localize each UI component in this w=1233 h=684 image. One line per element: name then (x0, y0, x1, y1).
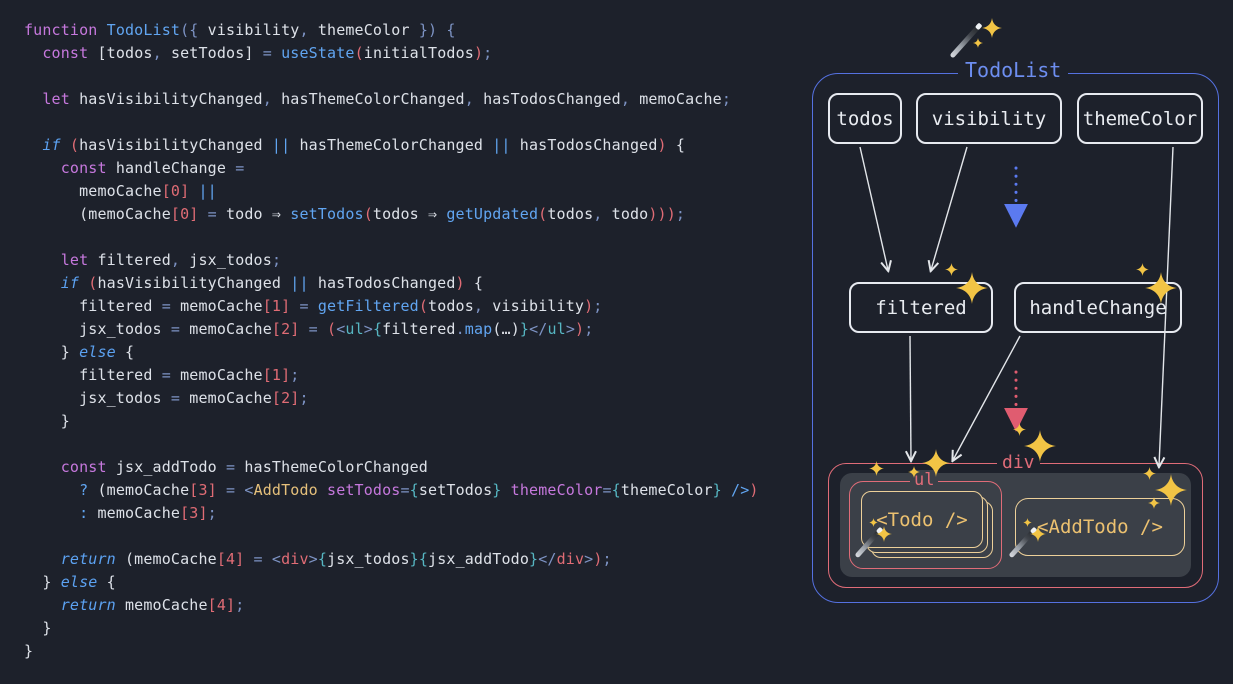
component-title: TodoList (958, 58, 1068, 82)
node-filtered: filtered (849, 282, 993, 333)
dom-addtodo-label: <AddTodo /> (1037, 516, 1163, 538)
node-visibility-label: visibility (932, 108, 1046, 130)
magic-wand-icon (949, 22, 982, 58)
node-handlechange: handleChange (1014, 282, 1182, 333)
dom-todo-card: <Todo /> (861, 491, 983, 548)
node-themecolor-label: themeColor (1083, 108, 1197, 130)
node-visibility: visibility (916, 93, 1062, 144)
sparkle-icon (973, 38, 983, 48)
node-handlechange-label: handleChange (1029, 297, 1166, 319)
node-todos-label: todos (836, 108, 893, 130)
memoization-diagram: TodoList todos visibility themeColor fil… (0, 0, 1233, 684)
node-filtered-label: filtered (875, 297, 967, 319)
dom-addtodo-card: <AddTodo /> (1015, 498, 1185, 556)
sparkle-icon (982, 18, 1002, 38)
dom-ul-label: ul (910, 470, 938, 490)
node-themecolor: themeColor (1077, 93, 1203, 144)
dom-todo-label: <Todo /> (876, 509, 968, 531)
node-todos: todos (828, 93, 902, 144)
dom-todo-stack: <Todo /> (861, 491, 983, 548)
dom-div-label: div (997, 452, 1040, 473)
